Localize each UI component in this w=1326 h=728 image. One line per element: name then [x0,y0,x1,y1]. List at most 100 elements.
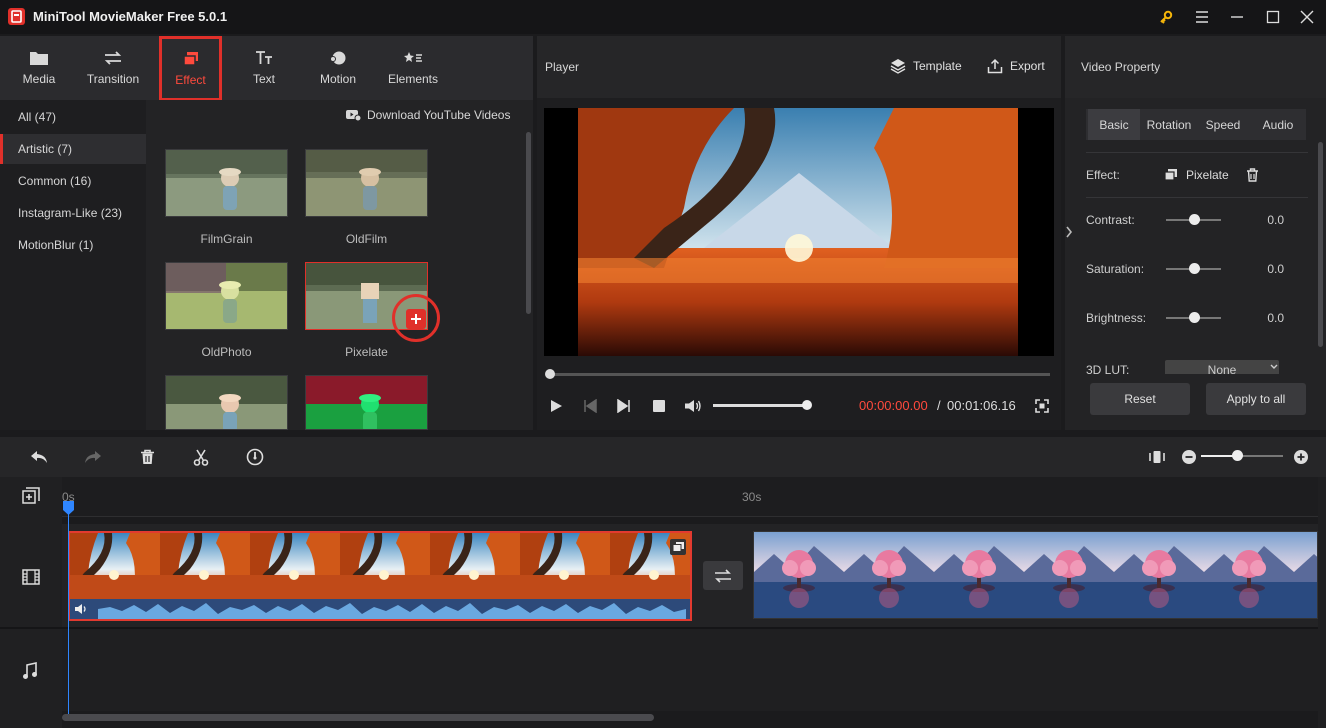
time-separator: / [937,398,941,413]
player-header [537,36,1061,98]
saturation-handle[interactable] [1189,263,1200,274]
player-title: Player [545,60,580,74]
timeline-vertical-scrollbar[interactable] [1318,477,1326,728]
tool-text[interactable]: Text [236,36,292,100]
video-clip-autumn[interactable] [68,531,692,621]
previous-frame-button[interactable] [580,396,600,416]
tool-effect[interactable]: Effect [159,36,222,101]
zoom-in-button[interactable] [1290,446,1312,468]
effect-label-pixelate: Pixelate [345,345,388,359]
export-label: Export [1010,59,1045,73]
trash-icon [140,449,154,464]
chevron-right-icon [1066,226,1073,238]
add-effect-button[interactable] [406,309,426,329]
youtube-download-icon [346,110,361,121]
tool-motion[interactable]: Motion [310,36,366,100]
undo-button[interactable] [28,446,50,468]
redo-button[interactable] [82,446,104,468]
play-button[interactable] [546,396,566,416]
category-common[interactable]: Common (16) [0,166,146,196]
playhead[interactable] [68,505,69,715]
apply-to-all-button[interactable]: Apply to all [1206,383,1306,415]
minimize-icon[interactable] [1220,0,1254,34]
contrast-value: 0.0 [1267,213,1284,227]
time-current: 00:00:00.00 [859,398,928,413]
clip-audio-waveform [70,599,690,619]
audio-track[interactable] [0,629,1318,711]
property-scrollbar[interactable] [1318,142,1323,347]
redo-icon [85,451,101,463]
lut-label: 3D LUT: [1086,363,1130,374]
fullscreen-icon [1035,399,1049,413]
export-button[interactable]: Export [987,58,1045,74]
effect-thumb-oldfilm[interactable] [305,149,428,217]
tab-basic[interactable]: Basic [1088,109,1140,140]
delete-effect-button[interactable] [1246,168,1259,182]
minus-circle-icon [1182,450,1196,464]
property-title: Video Property [1081,60,1161,74]
volume-button[interactable] [683,396,703,416]
zoom-handle[interactable] [1232,450,1243,461]
fullscreen-button[interactable] [1032,396,1052,416]
tab-rotation[interactable]: Rotation [1140,109,1198,140]
brightness-value: 0.0 [1267,311,1284,325]
stop-icon [653,400,665,412]
saturation-label: Saturation: [1086,262,1145,276]
plus-icon [411,314,421,324]
tool-elements[interactable]: Elements [380,36,446,100]
time-total: 00:01:06.16 [947,398,1016,413]
add-track-button[interactable] [22,487,40,505]
tab-audio[interactable]: Audio [1250,109,1306,140]
key-icon[interactable] [1149,0,1183,34]
stop-button[interactable] [649,396,669,416]
timeline-horizontal-scrollbar[interactable] [62,714,654,721]
fit-width-icon [1149,451,1165,463]
effect-thumb-oldphoto[interactable] [165,262,288,330]
speed-button[interactable] [244,446,266,468]
next-frame-button[interactable] [614,396,634,416]
category-artistic[interactable]: Artistic (7) [0,134,146,164]
zoom-out-button[interactable] [1178,446,1200,468]
tool-media[interactable]: Media [8,36,70,100]
lut-select[interactable]: None [1165,360,1279,374]
maximize-icon[interactable] [1256,0,1290,34]
brightness-handle[interactable] [1189,312,1200,323]
tool-media-label: Media [22,72,56,86]
effect-thumb-5[interactable] [165,375,288,430]
download-youtube-link[interactable]: Download YouTube Videos [346,108,510,122]
tab-speed[interactable]: Speed [1198,109,1248,140]
split-button[interactable] [190,446,212,468]
seek-bar[interactable] [550,373,1050,376]
divider [1086,197,1308,198]
delete-button[interactable] [136,446,158,468]
video-clip-pink-tree[interactable] [753,531,1318,619]
applied-effect-name: Pixelate [1186,168,1229,182]
playhead-handle-icon[interactable] [62,500,75,516]
timeline-ruler[interactable] [62,477,1318,517]
transition-slot-button[interactable] [703,561,743,590]
effect-thumb-filmgrain[interactable] [165,149,288,217]
effect-grid-scrollbar[interactable] [526,132,531,314]
video-preview[interactable] [544,108,1054,356]
category-all[interactable]: All (47) [0,102,146,132]
lut-value: None [1207,363,1237,374]
seek-handle[interactable] [545,369,555,379]
effect-thumb-6[interactable] [305,375,428,430]
volume-slider[interactable] [713,404,808,407]
volume-handle[interactable] [802,400,812,410]
swap-arrows-icon [104,51,122,65]
clip-volume-icon[interactable] [74,603,88,615]
lut-clip [1086,374,1308,380]
category-motionblur[interactable]: MotionBlur (1) [0,230,146,260]
contrast-handle[interactable] [1189,214,1200,225]
collapse-panel-button[interactable] [1062,220,1076,244]
effect-label-filmgrain: FilmGrain [200,232,253,246]
menu-icon[interactable] [1185,0,1219,34]
category-instagram-like[interactable]: Instagram-Like (23) [0,198,146,228]
film-strip-icon [22,568,40,586]
fit-timeline-button[interactable] [1146,446,1168,468]
template-button[interactable]: Template [890,58,962,74]
tool-transition[interactable]: Transition [78,36,148,100]
close-icon[interactable] [1290,0,1324,34]
reset-button[interactable]: Reset [1090,383,1190,415]
